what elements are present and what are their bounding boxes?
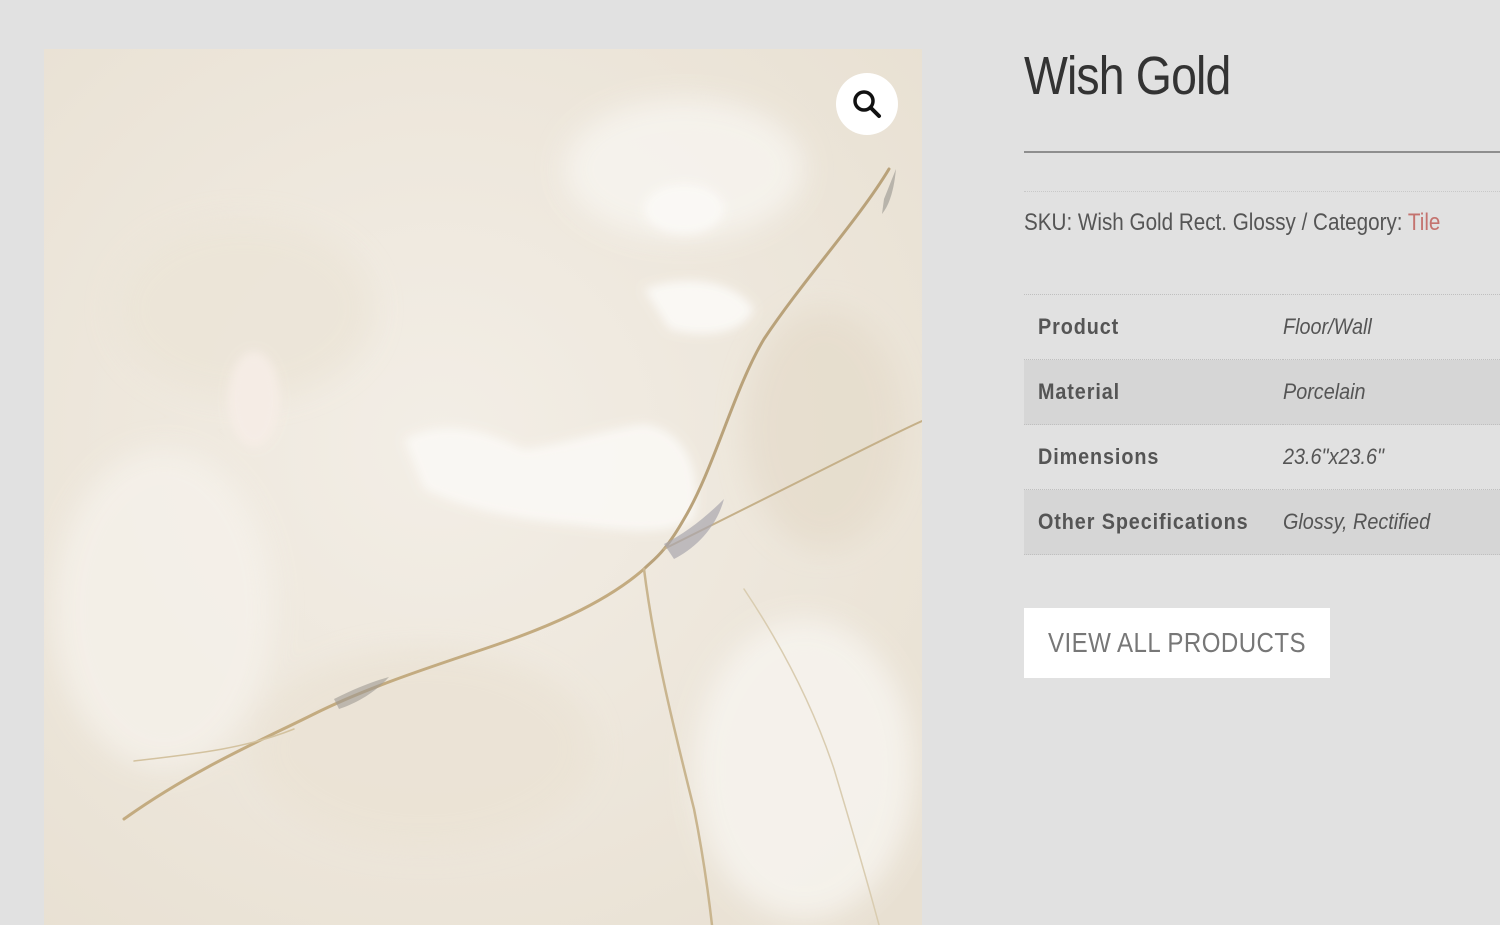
product-title: Wish Gold (1024, 46, 1231, 106)
view-all-products-label: VIEW ALL PRODUCTS (1047, 627, 1306, 658)
spec-value: 23.6"x23.6" (1283, 444, 1385, 469)
spec-label: Product (1038, 314, 1120, 339)
spec-value: Porcelain (1283, 379, 1366, 404)
category-label: Category: (1313, 209, 1403, 236)
spec-label: Material (1038, 379, 1121, 404)
view-all-products-button[interactable]: VIEW ALL PRODUCTS (1024, 608, 1330, 678)
category-link[interactable]: Tile (1408, 209, 1440, 236)
magnifier-icon (853, 90, 881, 118)
spec-value: Floor/Wall (1283, 314, 1372, 339)
meta-separator: / (1301, 209, 1308, 236)
spec-row: Dimensions 23.6"x23.6" (1024, 424, 1500, 490)
spec-row: Material Porcelain (1024, 359, 1500, 425)
product-summary: Wish Gold SKU: Wish Gold Rect. Glossy / … (1024, 0, 1500, 925)
spec-label: Dimensions (1038, 444, 1160, 469)
spec-row: Product Floor/Wall (1024, 294, 1500, 360)
title-divider (1024, 151, 1500, 153)
product-meta: SKU: Wish Gold Rect. Glossy / Category: … (1024, 206, 1440, 240)
product-image[interactable] (44, 49, 922, 925)
meta-divider (1024, 191, 1500, 192)
spec-label: Other Specifications (1038, 509, 1249, 534)
spec-row: Other Specifications Glossy, Rectified (1024, 489, 1500, 555)
spec-value: Glossy, Rectified (1283, 509, 1431, 534)
sku-value: Wish Gold Rect. Glossy (1077, 209, 1296, 236)
marble-tile-image (44, 49, 922, 925)
specs-table: Product Floor/Wall Material Porcelain Di… (1024, 294, 1500, 555)
sku-label: SKU: (1024, 209, 1073, 236)
zoom-button[interactable] (836, 73, 898, 135)
